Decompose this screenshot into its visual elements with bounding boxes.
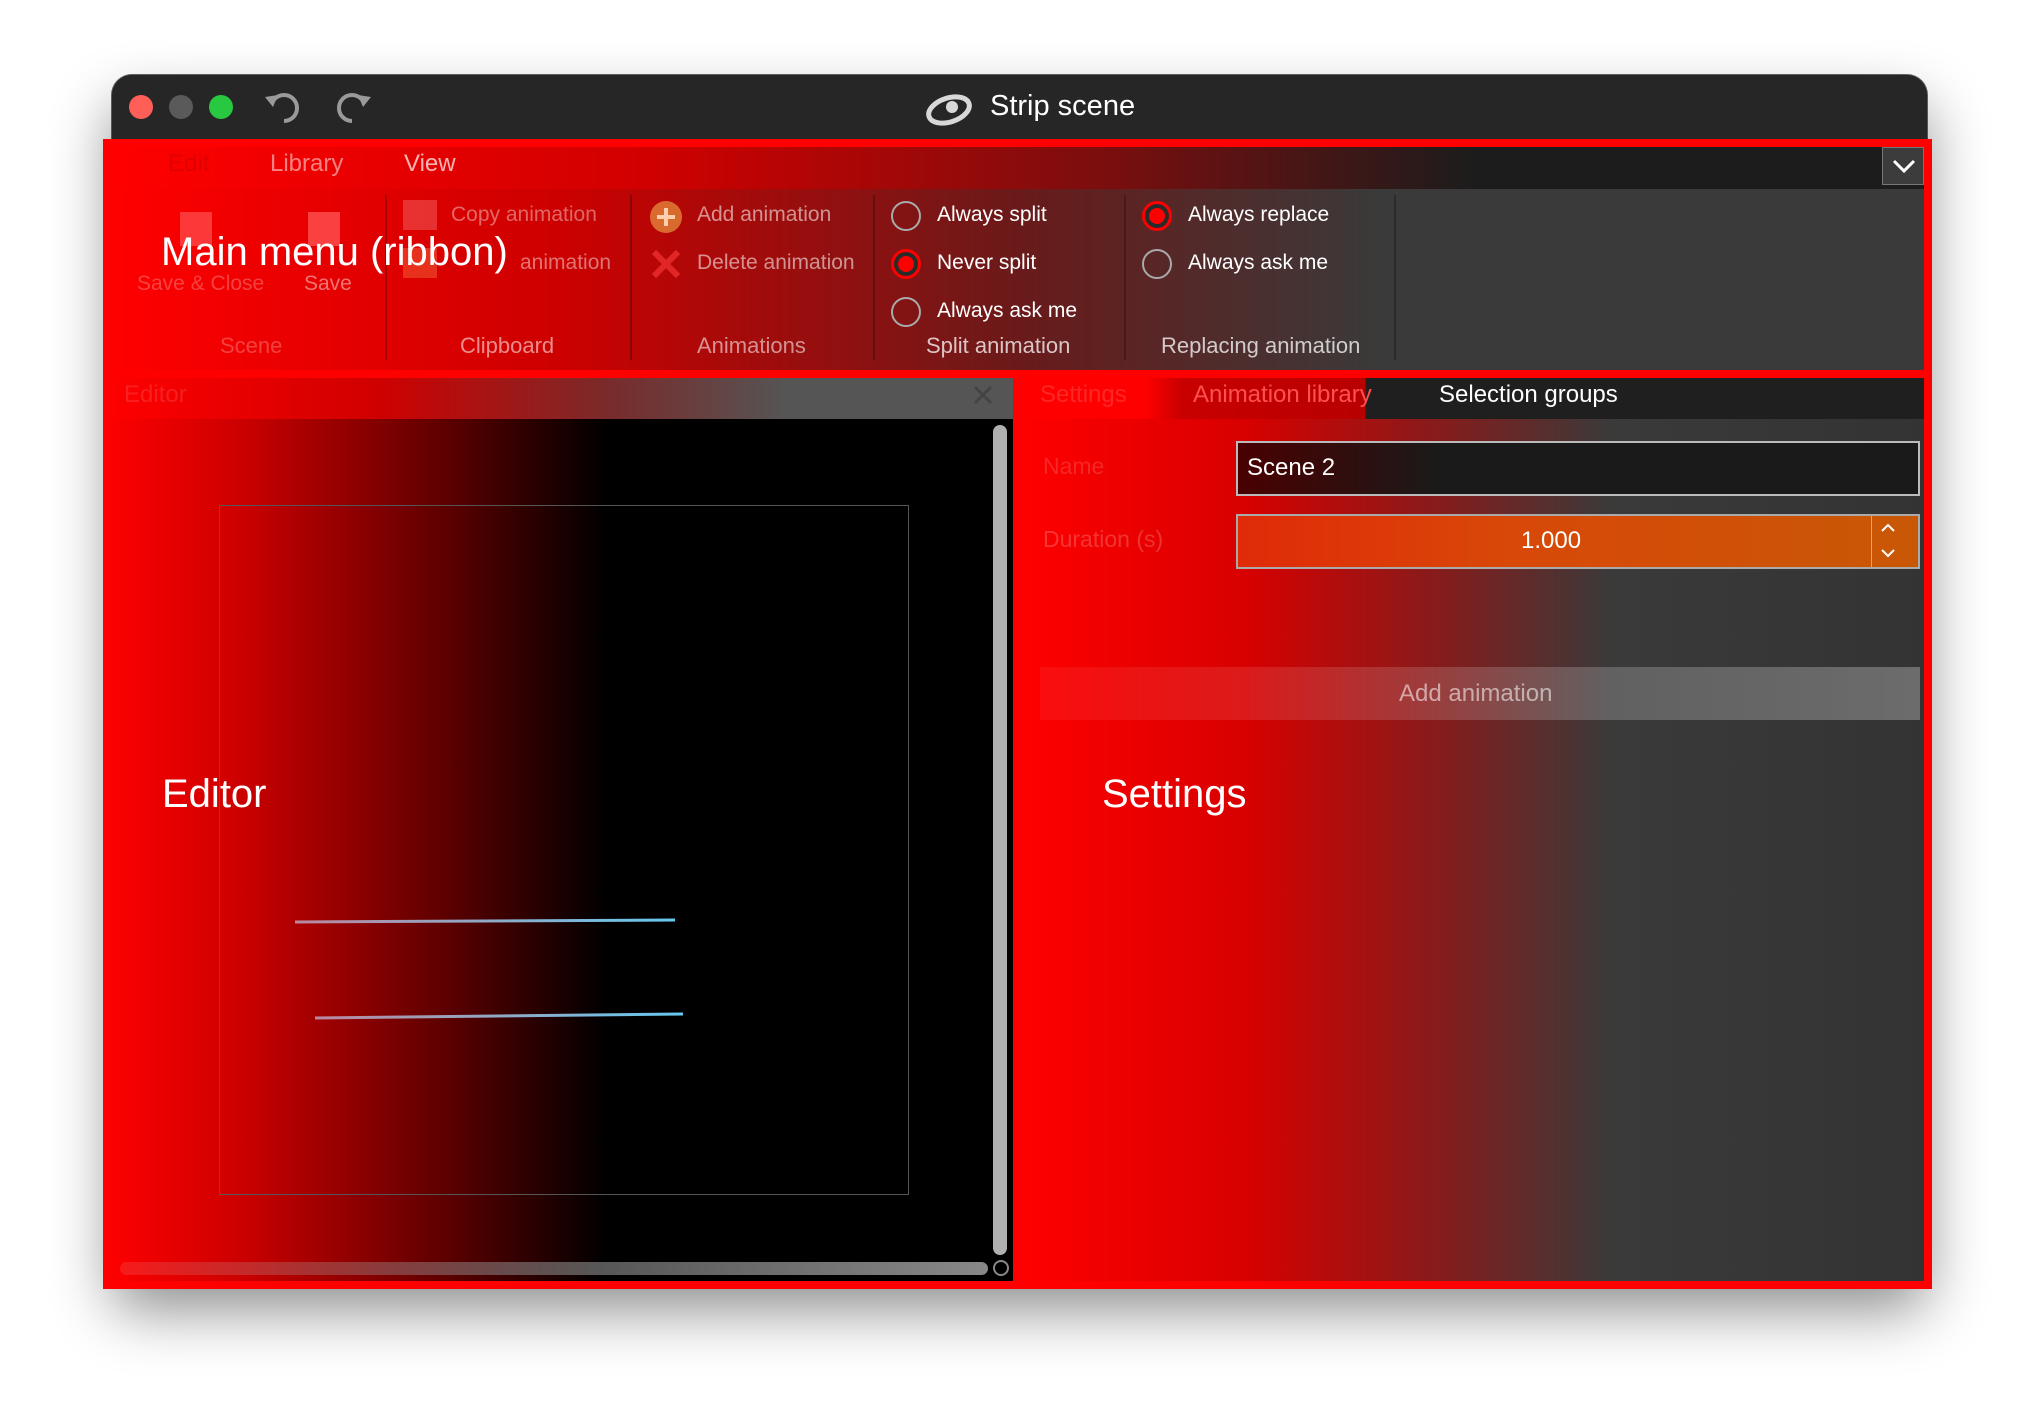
redo-icon[interactable]: [334, 89, 374, 130]
undo-icon[interactable]: [262, 89, 302, 130]
ribbon-annotation-label: Main menu (ribbon): [161, 230, 508, 274]
title-bar: Strip scene: [112, 75, 1927, 140]
editor-annotation-frame: [103, 370, 1021, 1289]
close-window-button[interactable]: [129, 95, 153, 119]
window-title: Strip scene: [990, 90, 1136, 122]
app-logo-icon: [925, 92, 973, 131]
editor-annotation-label: Editor: [162, 772, 267, 816]
zoom-window-button[interactable]: [209, 95, 233, 119]
settings-annotation-label: Settings: [1102, 772, 1247, 816]
settings-annotation-frame: [1013, 370, 1932, 1289]
minimize-window-button[interactable]: [169, 95, 193, 119]
